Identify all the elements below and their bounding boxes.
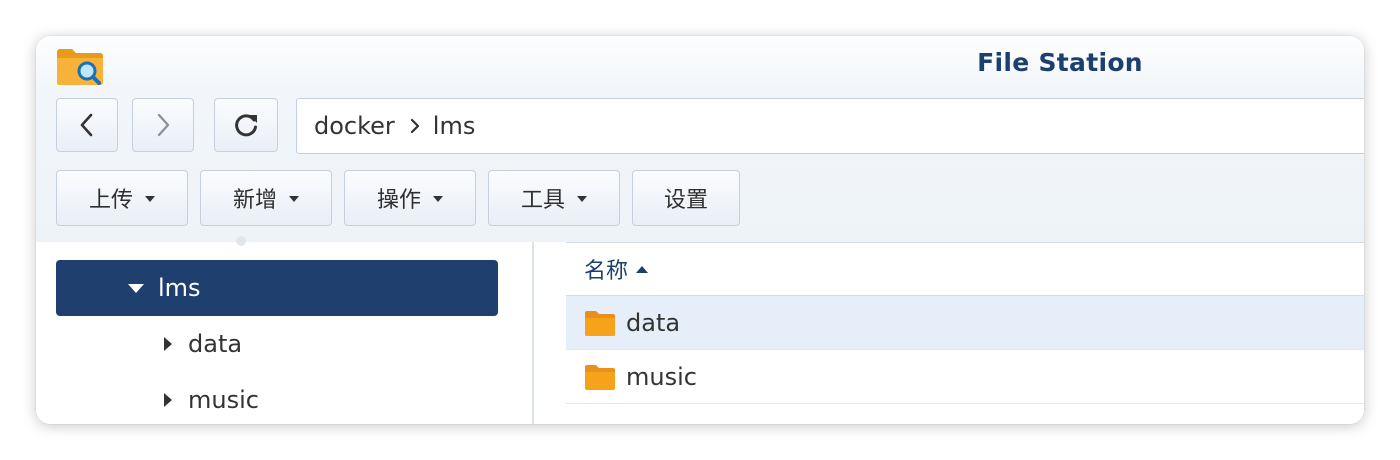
refresh-icon	[235, 114, 257, 137]
tree-item-music[interactable]: music	[56, 372, 498, 424]
chevron-left-icon	[80, 113, 93, 137]
tree-scroll-indicator[interactable]	[236, 236, 246, 246]
refresh-button[interactable]	[214, 98, 278, 152]
action-label: 操作	[376, 188, 421, 213]
tree-item-label: data	[188, 330, 243, 358]
path-segment-docker[interactable]: docker	[314, 112, 395, 140]
settings-button[interactable]: 设置	[632, 170, 740, 226]
file-station-window: File Station docker lms 上传 新增 操作 工具 设置 l…	[36, 36, 1364, 424]
tools-button[interactable]: 工具	[488, 170, 620, 226]
settings-label: 设置	[663, 188, 708, 213]
tools-label: 工具	[520, 188, 565, 213]
tree-item-data[interactable]: data	[56, 316, 498, 372]
file-row[interactable]: data	[566, 296, 1364, 350]
file-name: music	[626, 362, 697, 391]
chevron-right-icon	[157, 113, 170, 137]
caret-down-icon	[145, 196, 155, 202]
column-header-name[interactable]: 名称	[566, 242, 1364, 296]
sort-ascending-icon	[636, 265, 649, 273]
tree-item-label: lms	[158, 274, 201, 302]
tree-item-lms[interactable]: lms	[56, 260, 498, 316]
expand-triangle-right-icon[interactable]	[164, 393, 172, 407]
path-breadcrumb[interactable]: docker lms	[296, 98, 1364, 154]
action-button[interactable]: 操作	[344, 170, 476, 226]
caret-down-icon	[577, 196, 587, 202]
folder-icon	[585, 364, 615, 390]
tree-item-label: music	[188, 386, 259, 414]
create-button[interactable]: 新增	[200, 170, 332, 226]
create-label: 新增	[232, 188, 277, 213]
chevron-right-icon	[409, 117, 421, 135]
caret-down-icon	[433, 196, 443, 202]
title-bar: File Station	[36, 36, 1364, 90]
column-name-label: 名称	[584, 259, 629, 284]
back-button[interactable]	[56, 98, 118, 152]
window-title: File Station	[977, 48, 1143, 77]
caret-down-icon	[289, 196, 299, 202]
expand-triangle-right-icon[interactable]	[164, 337, 172, 351]
forward-button[interactable]	[132, 98, 194, 152]
file-row[interactable]: music	[566, 350, 1364, 404]
expand-triangle-down-icon[interactable]	[128, 283, 144, 293]
upload-button[interactable]: 上传	[56, 170, 188, 226]
file-name: data	[626, 308, 681, 337]
path-segment-lms[interactable]: lms	[433, 112, 476, 140]
upload-label: 上传	[88, 188, 133, 213]
folder-icon	[585, 310, 615, 336]
